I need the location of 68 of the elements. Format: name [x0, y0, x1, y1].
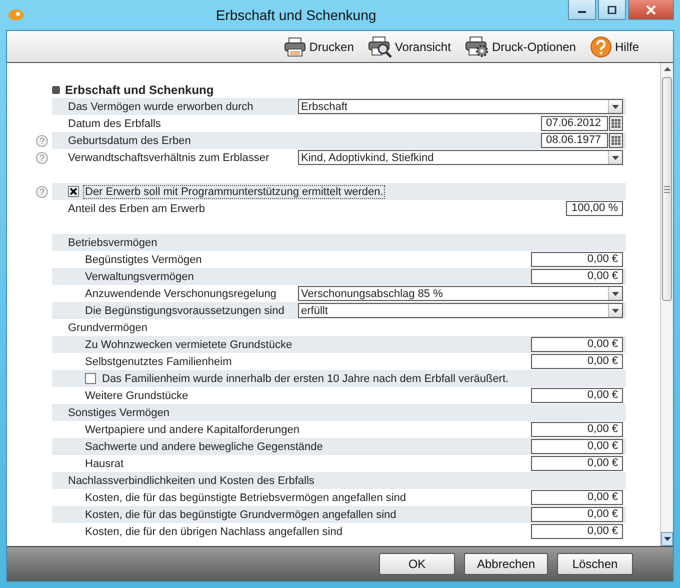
- amount-field[interactable]: 0,00 €: [531, 456, 623, 471]
- field-label: Zu Wohnzwecken vermietete Grundstücke: [84, 338, 294, 352]
- field-label: Verwandtschaftsverhältnis zum Erblasser: [67, 150, 270, 164]
- close-icon: [646, 4, 656, 14]
- checkbox[interactable]: [68, 186, 79, 197]
- scrollbar-thumb[interactable]: [662, 77, 672, 301]
- field-label: Anteil des Erben am Erwerb: [67, 202, 206, 216]
- calendar-icon[interactable]: [609, 116, 623, 131]
- amount-field[interactable]: 0,00 €: [531, 337, 623, 352]
- field-label: Wertpapiere und andere Kapitalforderungen: [84, 422, 300, 436]
- field-label: Sachwerte und andere bewegliche Gegenstände: [84, 440, 324, 454]
- printer-magnifier-icon: [368, 36, 392, 58]
- field-label: Datum des Erbfalls: [67, 116, 162, 130]
- calendar-icon[interactable]: [609, 133, 623, 148]
- percent-field[interactable]: 100,00 %: [566, 201, 623, 216]
- dropdown[interactable]: erfüllt: [298, 303, 623, 318]
- maximize-button[interactable]: [598, 0, 626, 20]
- close-button[interactable]: [628, 0, 674, 20]
- amount-field[interactable]: 0,00 €: [531, 354, 623, 369]
- printer-icon: [284, 36, 306, 56]
- amount-field[interactable]: 0,00 €: [531, 490, 623, 505]
- toolbar-button[interactable]: Voransicht: [368, 36, 451, 58]
- dialog-button[interactable]: OK: [379, 553, 455, 575]
- toolbar-button[interactable]: Hilfe: [590, 36, 639, 58]
- date-field[interactable]: 07.06.2012: [541, 116, 608, 131]
- dropdown[interactable]: Erbschaft: [298, 99, 623, 114]
- field-label: Selbstgenutztes Familienheim: [84, 354, 233, 368]
- group-heading: Betriebsvermögen: [67, 236, 158, 250]
- section-bullet-icon: [52, 86, 60, 94]
- dialog-button[interactable]: Löschen: [557, 553, 633, 575]
- dropdown[interactable]: Kind, Adoptivkind, Stiefkind: [298, 150, 623, 165]
- dropdown[interactable]: Verschonungsabschlag 85 %: [298, 286, 623, 301]
- help-icon: [590, 36, 612, 58]
- amount-field[interactable]: 0,00 €: [531, 422, 623, 437]
- amount-field[interactable]: 0,00 €: [531, 524, 623, 539]
- checkbox-label[interactable]: Der Erwerb soll mit Programmunterstützung ermittelt werden.: [83, 184, 386, 198]
- checkbox[interactable]: [85, 373, 96, 384]
- field-label: Die Begünstigungsvoraussetzungen sind: [84, 304, 286, 318]
- printer-gear-icon: [464, 36, 489, 58]
- group-heading: Sonstiges Vermögen: [67, 406, 171, 420]
- amount-field[interactable]: 0,00 €: [531, 252, 623, 267]
- amount-field[interactable]: 0,00 €: [531, 269, 623, 284]
- toolbar-button[interactable]: Druck-Optionen: [464, 36, 576, 58]
- section-title: Erbschaft und Schenkung: [65, 82, 214, 96]
- scrollbar[interactable]: [660, 63, 673, 546]
- field-label: Hausrat: [84, 456, 125, 470]
- field-label: Kosten, die für das begünstigte Betriebsvermögen angefallen sind: [84, 490, 408, 504]
- field-label: Anzuwendende Verschonungsregelung: [84, 286, 278, 300]
- field-label: Geburtsdatum des Erben: [67, 134, 192, 148]
- field-label: Kosten, die für das begünstigte Grundvermögen angefallen sind: [84, 508, 398, 522]
- amount-field[interactable]: 0,00 €: [531, 439, 623, 454]
- field-label: Verwaltungsvermögen: [84, 270, 195, 284]
- amount-field[interactable]: 0,00 €: [531, 507, 623, 522]
- group-heading: Grundvermögen: [67, 320, 148, 334]
- field-label: Kosten, die für den übrigen Nachlass angefallen sind: [84, 524, 344, 538]
- dialog-button[interactable]: Abbrechen: [464, 553, 548, 575]
- scroll-down-icon[interactable]: [661, 532, 673, 546]
- group-heading: Nachlassverbindlichkeiten und Kosten des Erbfalls: [67, 474, 316, 488]
- maximize-icon: [607, 6, 617, 14]
- window-title: Erbschaft und Schenkung: [214, 7, 378, 23]
- app-icon: [8, 9, 24, 21]
- field-label: Weitere Grundstücke: [84, 388, 190, 402]
- toolbar-button[interactable]: Drucken: [284, 36, 354, 56]
- field-label: Begünstigtes Vermögen: [84, 252, 203, 266]
- date-field[interactable]: 08.06.1977: [541, 133, 608, 148]
- amount-field[interactable]: 0,00 €: [531, 388, 623, 403]
- field-label: Das Vermögen wurde erworben durch: [67, 100, 254, 114]
- minimize-button[interactable]: [568, 0, 596, 20]
